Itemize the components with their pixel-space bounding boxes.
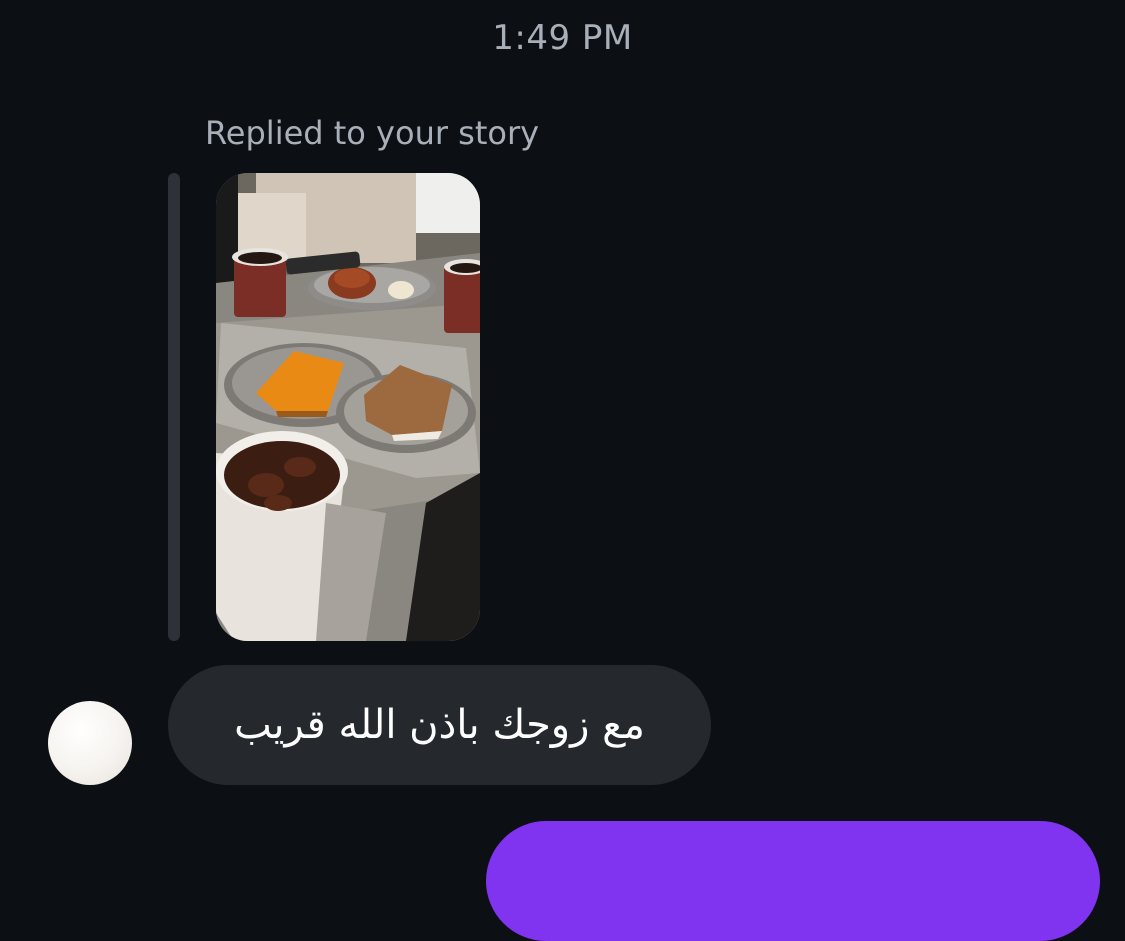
story-reply-label: Replied to your story <box>205 114 540 152</box>
incoming-message-bubble[interactable]: مع زوجك باذن الله قريب <box>168 665 711 785</box>
story-image <box>216 173 480 641</box>
reply-indicator-bar <box>168 173 180 641</box>
sender-avatar[interactable] <box>48 701 132 785</box>
incoming-message-text: مع زوجك باذن الله قريب <box>234 702 645 748</box>
message-timestamp: 1:49 PM <box>492 18 633 58</box>
outgoing-message-bubble[interactable] <box>486 821 1100 941</box>
story-thumbnail[interactable] <box>216 173 480 641</box>
